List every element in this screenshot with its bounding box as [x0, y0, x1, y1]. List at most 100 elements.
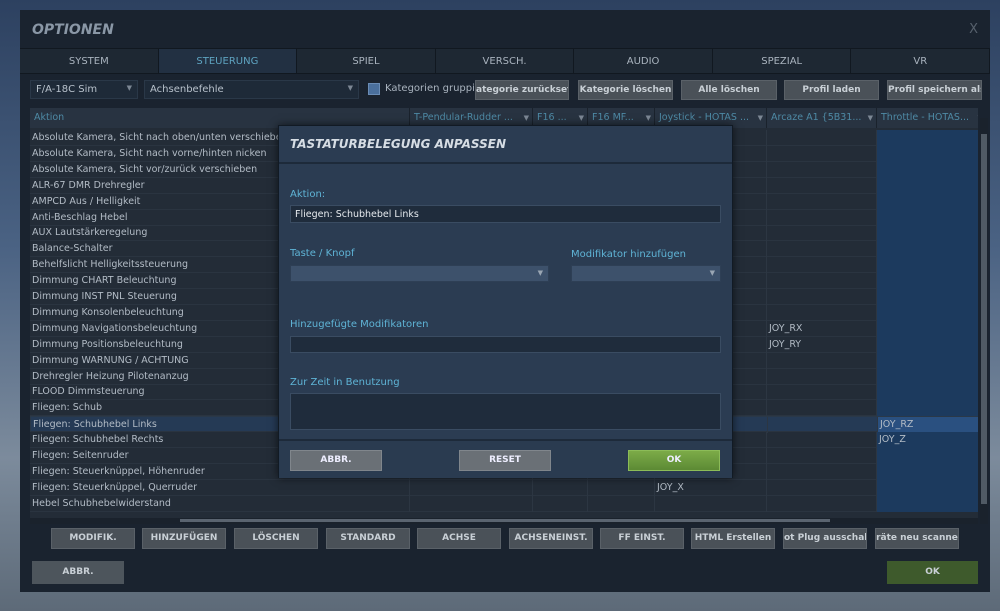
- bottom-button[interactable]: räte neu scanne: [875, 528, 959, 549]
- cancel-button[interactable]: ABBR.: [32, 561, 124, 584]
- bottom-button[interactable]: STANDARD: [326, 528, 410, 549]
- binding-cell[interactable]: [767, 193, 877, 210]
- binding-cell[interactable]: [877, 400, 978, 417]
- binding-cell[interactable]: [588, 479, 655, 496]
- binding-cell[interactable]: [877, 479, 978, 496]
- table-row[interactable]: Hebel Schubhebelwiderstand: [30, 495, 978, 512]
- binding-cell[interactable]: [767, 463, 877, 480]
- action-cell[interactable]: Hebel Schubhebelwiderstand: [30, 495, 410, 512]
- bottom-button[interactable]: ACHSENEINST.: [509, 528, 593, 549]
- binding-cell[interactable]: [877, 304, 978, 321]
- binding-cell[interactable]: [877, 368, 978, 385]
- aircraft-select[interactable]: F/A-18C Sim ▼: [30, 80, 138, 99]
- binding-cell[interactable]: [533, 479, 588, 496]
- action-field[interactable]: Fliegen: Schubhebel Links: [290, 205, 721, 223]
- group-categories-checkbox[interactable]: [368, 83, 380, 95]
- binding-cell[interactable]: [767, 273, 877, 290]
- binding-cell[interactable]: [588, 495, 655, 512]
- tab-vr[interactable]: VR: [851, 49, 991, 73]
- binding-cell[interactable]: [877, 193, 978, 210]
- binding-cell[interactable]: [877, 463, 978, 480]
- close-icon[interactable]: X: [969, 22, 978, 37]
- binding-cell[interactable]: [877, 145, 978, 162]
- binding-cell[interactable]: [877, 320, 978, 337]
- added-modifiers-field[interactable]: [290, 336, 721, 353]
- clear-all-button[interactable]: Alle löschen: [681, 80, 777, 100]
- binding-cell[interactable]: [533, 495, 588, 512]
- binding-cell[interactable]: [877, 130, 978, 146]
- ok-button[interactable]: OK: [887, 561, 978, 584]
- bottom-button[interactable]: FF EINST.: [600, 528, 684, 549]
- horizontal-scrollbar[interactable]: [30, 518, 978, 524]
- binding-cell[interactable]: [767, 400, 877, 417]
- binding-cell[interactable]: [877, 448, 978, 464]
- column-header[interactable]: Throttle - HOTAS...▼: [877, 108, 978, 128]
- binding-cell[interactable]: [410, 495, 533, 512]
- binding-cell[interactable]: [767, 241, 877, 258]
- action-cell[interactable]: Fliegen: Steuerknüppel, Querruder: [30, 479, 410, 496]
- binding-cell[interactable]: JOY_Z: [877, 432, 978, 449]
- binding-cell[interactable]: [767, 289, 877, 305]
- chevron-down-icon[interactable]: ▼: [868, 108, 873, 128]
- binding-cell[interactable]: [767, 384, 877, 401]
- scroll-thumb[interactable]: [981, 134, 987, 504]
- tab-system[interactable]: SYSTEM: [20, 49, 159, 73]
- bottom-button[interactable]: MODIFIK.: [51, 528, 135, 549]
- bottom-button[interactable]: HTML Erstellen: [691, 528, 775, 549]
- binding-cell[interactable]: [767, 448, 877, 464]
- binding-cell[interactable]: [767, 368, 877, 385]
- dialog-reset-button[interactable]: RESET: [459, 450, 551, 471]
- tab-steuerung[interactable]: STEUERUNG: [158, 49, 298, 73]
- reset-category-button[interactable]: ategorie zurücksetz: [475, 80, 569, 100]
- binding-cell[interactable]: [767, 225, 877, 242]
- binding-cell[interactable]: [877, 289, 978, 305]
- binding-cell[interactable]: [767, 479, 877, 496]
- load-profile-button[interactable]: Profil laden: [784, 80, 879, 100]
- binding-cell[interactable]: [877, 273, 978, 290]
- bottom-button[interactable]: ACHSE: [417, 528, 501, 549]
- column-header[interactable]: Arcaze A1 {5B31... ▼: [767, 108, 877, 128]
- tab-spiel[interactable]: SPIEL: [297, 49, 436, 73]
- category-select[interactable]: Achsenbefehle ▼: [144, 80, 359, 99]
- clear-category-button[interactable]: Kategorie löschen: [578, 80, 673, 100]
- table-row[interactable]: Fliegen: Steuerknüppel, Querruder JOY_X: [30, 479, 978, 496]
- key-select[interactable]: ▼: [290, 265, 549, 282]
- binding-cell[interactable]: [877, 336, 978, 353]
- binding-cell[interactable]: [877, 352, 978, 369]
- binding-cell[interactable]: [877, 161, 978, 178]
- tab-versch[interactable]: VERSCH.: [436, 49, 575, 73]
- binding-cell[interactable]: [767, 130, 877, 146]
- binding-cell[interactable]: [767, 432, 877, 449]
- binding-cell[interactable]: [768, 417, 878, 434]
- binding-cell[interactable]: JOY_RX: [767, 320, 877, 337]
- binding-cell[interactable]: [877, 209, 978, 226]
- binding-cell[interactable]: [877, 257, 978, 274]
- binding-cell[interactable]: [767, 209, 877, 226]
- binding-cell[interactable]: [877, 177, 978, 194]
- binding-cell[interactable]: [655, 495, 767, 512]
- binding-cell[interactable]: [877, 241, 978, 258]
- binding-cell[interactable]: [877, 495, 978, 512]
- chevron-down-icon[interactable]: ▼: [758, 108, 763, 128]
- scroll-thumb[interactable]: [180, 519, 830, 522]
- binding-cell[interactable]: [410, 479, 533, 496]
- binding-cell[interactable]: [767, 495, 877, 512]
- binding-cell[interactable]: [877, 384, 978, 401]
- binding-cell[interactable]: [767, 257, 877, 274]
- binding-cell[interactable]: [767, 145, 877, 162]
- binding-cell[interactable]: [877, 225, 978, 242]
- dialog-cancel-button[interactable]: ABBR.: [290, 450, 382, 471]
- binding-cell[interactable]: [767, 304, 877, 321]
- vertical-scrollbar[interactable]: [980, 118, 988, 524]
- bottom-button[interactable]: ot Plug ausschalte: [783, 528, 867, 549]
- tab-audio[interactable]: AUDIO: [574, 49, 713, 73]
- binding-cell[interactable]: JOY_RY: [767, 336, 877, 353]
- dialog-ok-button[interactable]: OK: [628, 450, 720, 471]
- binding-cell[interactable]: [767, 352, 877, 369]
- binding-cell[interactable]: JOY_X: [655, 479, 767, 496]
- modifier-select[interactable]: ▼: [571, 265, 721, 282]
- bottom-button[interactable]: HINZUFÜGEN: [142, 528, 226, 549]
- bottom-button[interactable]: LÖSCHEN: [234, 528, 318, 549]
- binding-cell[interactable]: [767, 161, 877, 178]
- binding-cell[interactable]: JOY_RZ: [878, 417, 978, 434]
